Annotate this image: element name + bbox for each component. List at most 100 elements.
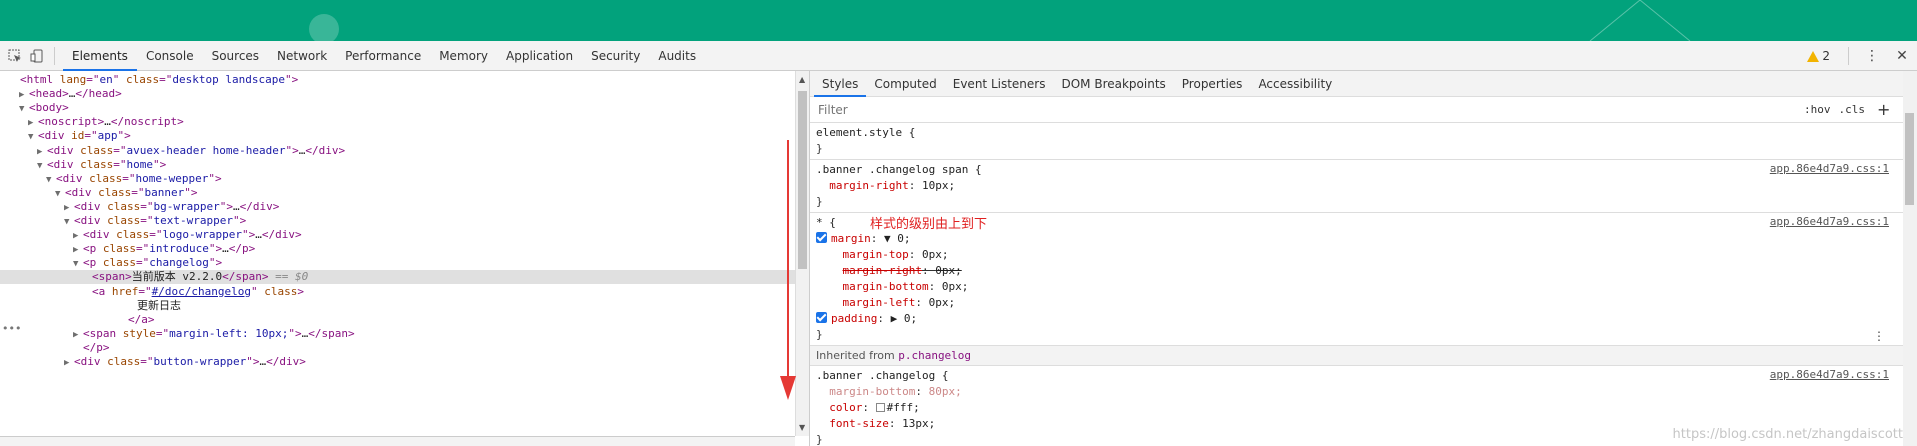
- css-property[interactable]: margin-bottom: [843, 280, 929, 293]
- tab-security[interactable]: Security: [582, 41, 649, 71]
- dom-node-row[interactable]: ▶ <p class="introduce">…</p>: [0, 242, 795, 256]
- css-value[interactable]: 0px;: [929, 296, 956, 309]
- expand-triangle-icon[interactable]: ▶: [73, 229, 83, 243]
- css-value[interactable]: 0px;: [942, 280, 969, 293]
- collapse-triangle-icon[interactable]: ▼: [19, 102, 29, 116]
- css-value[interactable]: ▶ 0;: [891, 312, 918, 325]
- close-icon[interactable]: ✕: [1887, 48, 1917, 64]
- collapse-triangle-icon[interactable]: ▼: [64, 215, 74, 229]
- dom-node-row[interactable]: 更新日志: [0, 299, 795, 313]
- styles-scroll-thumb[interactable]: [1905, 113, 1914, 205]
- collapse-triangle-icon[interactable]: ▼: [46, 173, 56, 187]
- css-property[interactable]: margin-right: [843, 264, 922, 277]
- css-value[interactable]: 13px;: [902, 417, 935, 430]
- dom-node-row[interactable]: ▼ <div class="home-wepper">: [0, 172, 795, 186]
- rule-source-link[interactable]: app.86e4d7a9.css:1: [1770, 162, 1889, 175]
- dom-node-row[interactable]: ▼ <body>: [0, 101, 795, 115]
- warnings-indicator[interactable]: 2: [1807, 49, 1830, 63]
- expand-triangle-icon[interactable]: ▶: [73, 243, 83, 257]
- dom-node-row[interactable]: ▶ <div class="bg-wrapper">…</div>: [0, 200, 795, 214]
- dom-node-row[interactable]: ▶ <div class="logo-wrapper">…</div>: [0, 228, 795, 242]
- inspect-element-icon[interactable]: [4, 45, 26, 67]
- css-rule-universal[interactable]: app.86e4d7a9.css:1 样式的级别由上到下 * { margin:…: [810, 213, 1903, 346]
- expand-triangle-icon[interactable]: ▶: [64, 356, 74, 370]
- dom-node-row[interactable]: ▶ <div class="avuex-header home-header">……: [0, 144, 795, 158]
- dom-node-row[interactable]: ▶ <head>…</head>: [0, 87, 795, 101]
- dom-node-row[interactable]: <a href="#/doc/changelog" class>: [0, 285, 795, 299]
- dom-node-row[interactable]: ▶ <noscript>…</noscript>: [0, 115, 795, 129]
- css-property[interactable]: color: [829, 401, 862, 414]
- subtab-dom-breakpoints[interactable]: DOM Breakpoints: [1053, 71, 1173, 97]
- scroll-down-icon[interactable]: ▼: [799, 423, 805, 432]
- css-property[interactable]: margin-right: [829, 179, 908, 192]
- expand-triangle-icon[interactable]: ▶: [37, 145, 47, 159]
- styles-scrollbar[interactable]: [1903, 71, 1917, 446]
- sub-property-line[interactable]: margin-right: 0px;: [816, 263, 1897, 279]
- css-value[interactable]: 0px;: [922, 248, 949, 261]
- property-checkbox[interactable]: [816, 312, 827, 323]
- subtab-computed[interactable]: Computed: [866, 71, 944, 97]
- css-property[interactable]: margin: [831, 232, 871, 245]
- css-value[interactable]: 80px;: [929, 385, 962, 398]
- subtab-accessibility[interactable]: Accessibility: [1250, 71, 1340, 97]
- subtab-styles[interactable]: Styles: [814, 71, 867, 97]
- rule-source-link[interactable]: app.86e4d7a9.css:1: [1770, 368, 1889, 381]
- tab-application[interactable]: Application: [497, 41, 582, 71]
- expand-triangle-icon[interactable]: ▶: [19, 88, 29, 102]
- property-checkbox[interactable]: [816, 232, 827, 243]
- expand-triangle-icon[interactable]: ▶: [28, 116, 38, 130]
- rule-menu-icon[interactable]: ⋮: [1873, 329, 1885, 343]
- expand-triangle-icon[interactable]: ▶: [64, 201, 74, 215]
- more-options-icon[interactable]: ⋮: [1857, 48, 1887, 64]
- tab-elements[interactable]: Elements: [63, 41, 137, 71]
- dom-node-row[interactable]: </a>: [0, 313, 795, 327]
- dom-node-row[interactable]: ▼ <div class="text-wrapper">: [0, 214, 795, 228]
- sub-property-line[interactable]: margin-top: 0px;: [816, 247, 1897, 263]
- subtab-event-listeners[interactable]: Event Listeners: [945, 71, 1054, 97]
- collapse-triangle-icon[interactable]: ▼: [37, 159, 47, 173]
- css-rule-changelog-span[interactable]: app.86e4d7a9.css:1 .banner .changelog sp…: [810, 160, 1903, 213]
- dom-node-row[interactable]: ▶ <span style="margin-left: 10px;">…</spa…: [0, 327, 795, 341]
- dom-node-row[interactable]: ▼ <div class="banner">: [0, 186, 795, 200]
- dom-node-row[interactable]: ▼ <div id="app">: [0, 129, 795, 143]
- subtab-properties[interactable]: Properties: [1174, 71, 1251, 97]
- tab-sources[interactable]: Sources: [203, 41, 268, 71]
- inherited-element-link[interactable]: p.changelog: [898, 349, 971, 362]
- sub-property-line[interactable]: margin-left: 0px;: [816, 295, 1897, 311]
- dom-node-row[interactable]: ▼ <p class="changelog">: [0, 256, 795, 270]
- collapse-triangle-icon[interactable]: ▼: [28, 130, 38, 144]
- expand-triangle-icon[interactable]: ▶: [73, 328, 83, 342]
- device-toolbar-icon[interactable]: [26, 45, 48, 67]
- dom-node-row[interactable]: <span>当前版本 v2.2.0</span> == $0: [0, 270, 795, 285]
- css-property[interactable]: margin-bottom: [829, 385, 915, 398]
- css-value[interactable]: 0px;: [935, 264, 962, 277]
- dom-node-row[interactable]: ▼ <div class="home">: [0, 158, 795, 172]
- tab-console[interactable]: Console: [137, 41, 203, 71]
- tab-network[interactable]: Network: [268, 41, 336, 71]
- css-property[interactable]: font-size: [829, 417, 889, 430]
- scroll-up-icon[interactable]: ▲: [799, 75, 805, 84]
- sub-property-line[interactable]: margin-bottom: 0px;: [816, 279, 1897, 295]
- styles-filter-input[interactable]: [816, 99, 1796, 120]
- dom-node-row[interactable]: </p>: [0, 341, 795, 355]
- css-value[interactable]: #fff;: [887, 401, 920, 414]
- dom-token-link[interactable]: #/doc/changelog: [152, 285, 251, 298]
- cls-toggle[interactable]: .cls: [1839, 103, 1866, 116]
- css-value[interactable]: ▼ 0;: [884, 232, 911, 245]
- css-property[interactable]: padding: [831, 312, 877, 325]
- css-property[interactable]: margin-top: [843, 248, 909, 261]
- tab-audits[interactable]: Audits: [649, 41, 705, 71]
- color-swatch[interactable]: [875, 403, 885, 412]
- tab-memory[interactable]: Memory: [430, 41, 497, 71]
- hov-toggle[interactable]: :hov: [1804, 103, 1831, 116]
- dom-node-row[interactable]: ▶ <div class="button-wrapper">…</div>: [0, 355, 795, 369]
- tab-performance[interactable]: Performance: [336, 41, 430, 71]
- collapse-triangle-icon[interactable]: ▼: [73, 257, 83, 271]
- css-value[interactable]: 10px;: [922, 179, 955, 192]
- collapse-triangle-icon[interactable]: ▼: [55, 187, 65, 201]
- css-property[interactable]: margin-left: [843, 296, 916, 309]
- element-style-rule[interactable]: element.style { }: [810, 123, 1903, 160]
- dom-node-row[interactable]: <html lang="en" class="desktop landscape…: [0, 73, 795, 87]
- new-rule-icon[interactable]: +: [1877, 100, 1890, 119]
- rule-source-link[interactable]: app.86e4d7a9.css:1: [1770, 215, 1889, 228]
